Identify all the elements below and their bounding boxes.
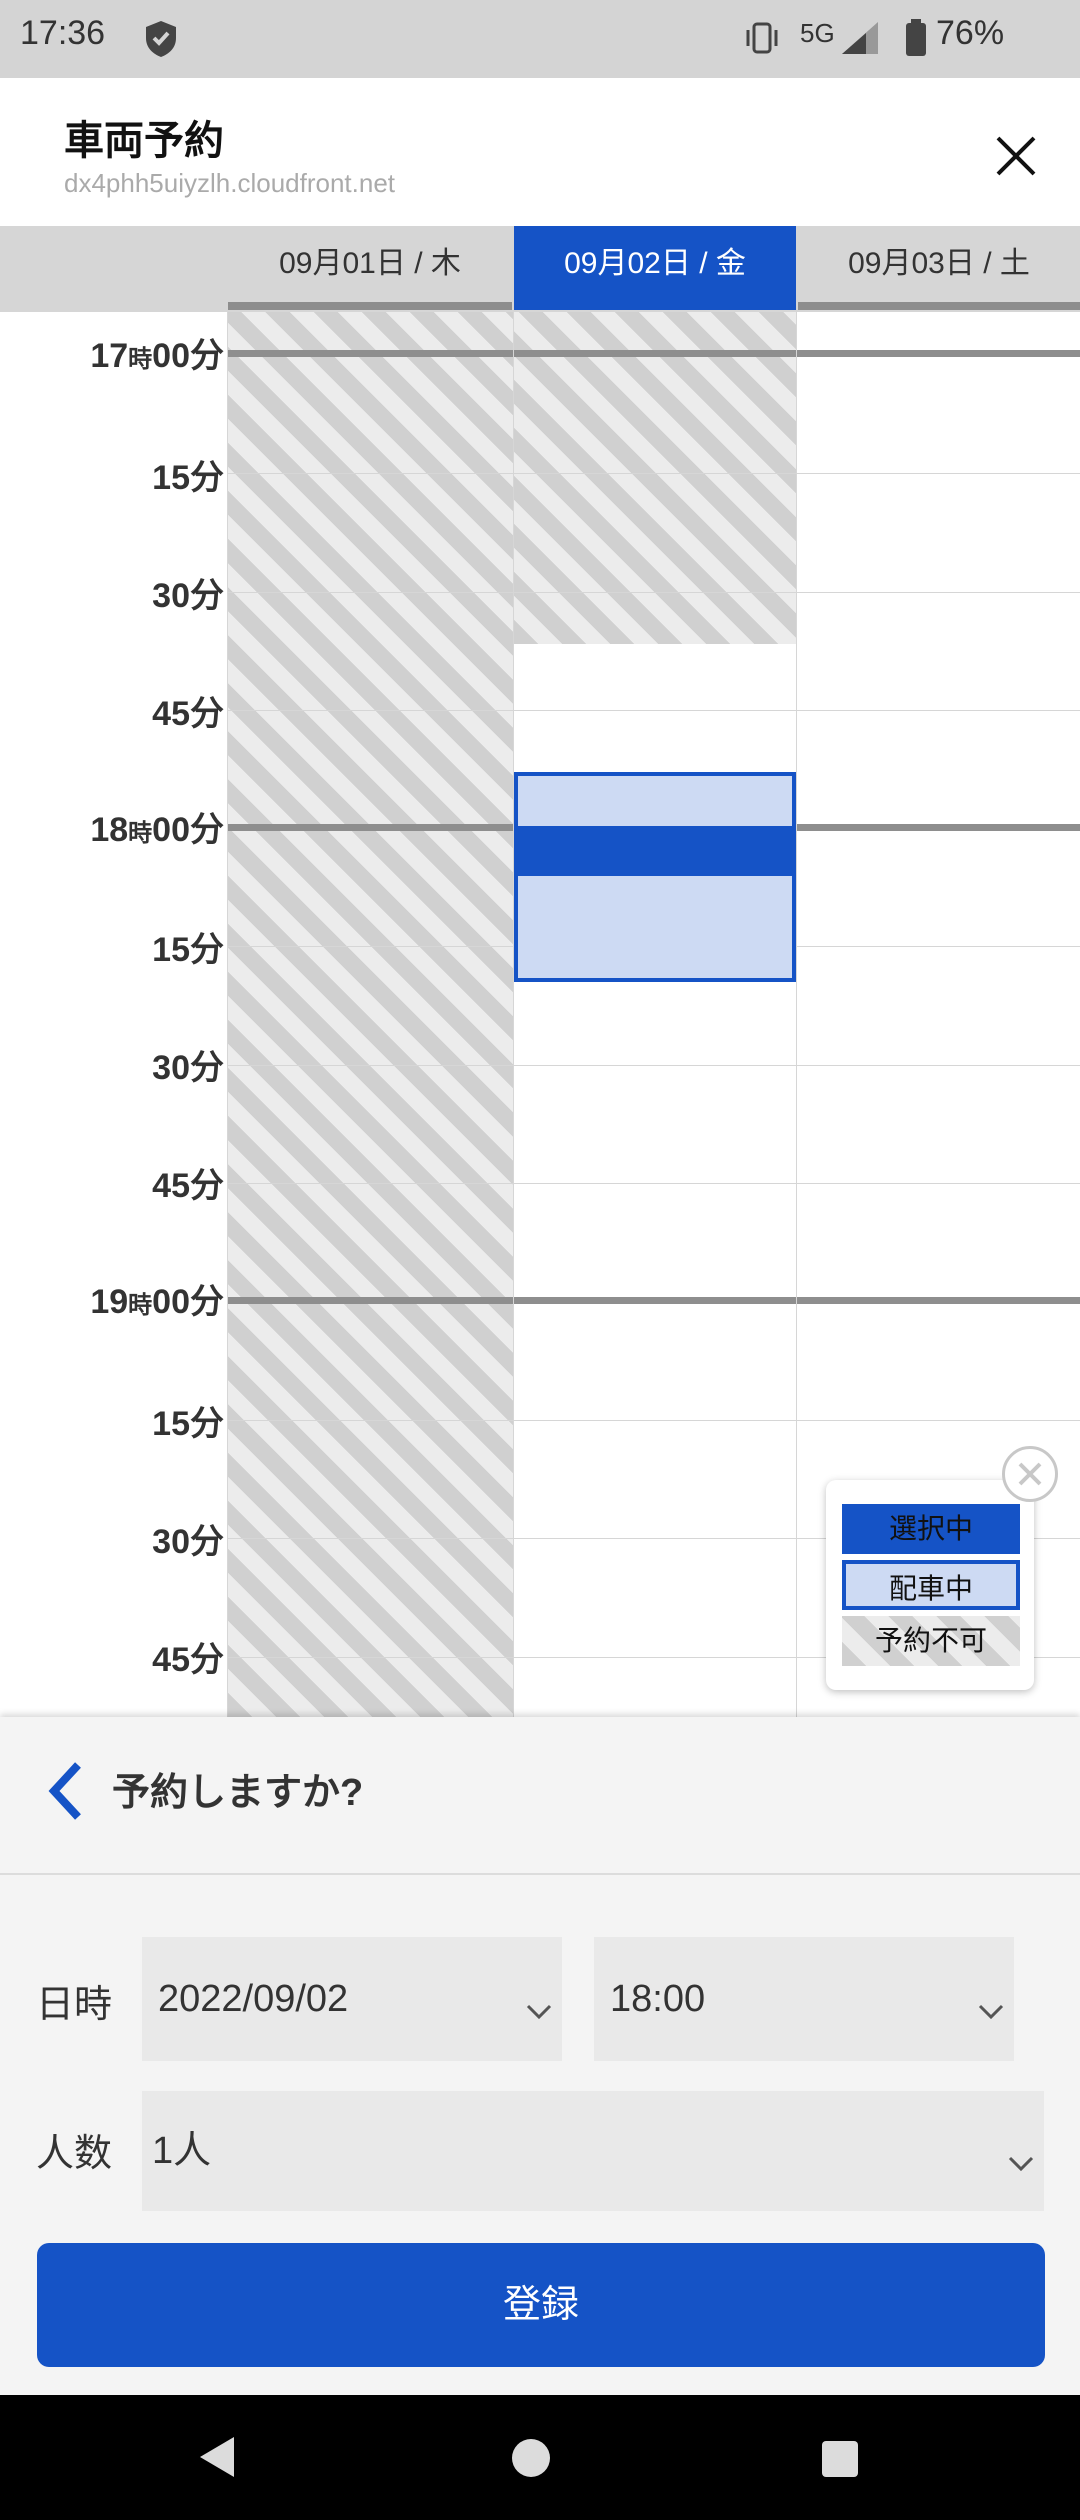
- selected-slot[interactable]: [514, 826, 796, 876]
- close-icon[interactable]: [990, 130, 1042, 187]
- time-label-1715: 15分: [152, 459, 224, 497]
- vibrate-icon: [742, 20, 782, 61]
- unavailable-block-0901: [228, 312, 513, 1717]
- battery-percent: 76%: [936, 14, 1005, 52]
- nav-home-icon[interactable]: [510, 2437, 552, 2484]
- time-label-1745: 45分: [152, 695, 224, 733]
- datetime-label: 日時: [36, 1984, 113, 2026]
- time-label-1830: 30分: [152, 1049, 224, 1087]
- people-label: 人数: [36, 2133, 113, 2175]
- signal-icon: [838, 18, 884, 63]
- time-label-1915: 15分: [152, 1405, 224, 1443]
- day-header-row: 09月01日 / 木 09月02日 / 金 09月03日 / 土: [0, 226, 1080, 312]
- shield-icon: [144, 20, 178, 63]
- unavailable-block-0902: [514, 312, 796, 644]
- people-value: 1人: [152, 2130, 212, 2172]
- dispatched-block[interactable]: [514, 772, 796, 982]
- time-label-1815: 15分: [152, 931, 224, 969]
- app-header: 車両予約 dx4phh5uiyzlh.cloudfront.net: [0, 78, 1080, 226]
- legend-selected: 選択中: [842, 1504, 1020, 1554]
- battery-icon: [904, 18, 928, 63]
- date-value: 2022/09/02: [158, 1978, 349, 2020]
- time-label-1945: 45分: [152, 1641, 224, 1679]
- nav-back-icon[interactable]: [196, 2435, 238, 2484]
- legend-unavailable: 予約不可: [842, 1616, 1020, 1666]
- status-time: 17:36: [20, 14, 106, 52]
- sheet-divider: [0, 1873, 1080, 1875]
- back-chevron-icon[interactable]: [46, 1761, 86, 1826]
- quarter-line: [228, 1420, 1080, 1421]
- quarter-line: [228, 1065, 1080, 1066]
- day-tab-0902[interactable]: 09月02日 / 金: [514, 226, 796, 310]
- status-bar: 17:36 5G 76%: [0, 0, 1080, 78]
- sheet-title: 予約しますか?: [112, 1772, 364, 1814]
- people-select[interactable]: 1人: [142, 2091, 1044, 2211]
- time-label-1900: 19時00分: [90, 1283, 224, 1321]
- quarter-line: [228, 473, 1080, 474]
- quarter-line: [228, 710, 1080, 711]
- legend-dispatched: 配車中: [842, 1560, 1020, 1610]
- day-tab-0903[interactable]: 09月03日 / 土: [798, 226, 1080, 310]
- legend-close-icon[interactable]: [1002, 1446, 1058, 1502]
- register-button[interactable]: 登録: [37, 2243, 1045, 2367]
- time-value: 18:00: [610, 1978, 706, 2020]
- time-select[interactable]: 18:00: [594, 1937, 1014, 2061]
- column-line: [227, 312, 228, 1717]
- chevron-down-icon: [526, 1989, 552, 2032]
- day-tab-0901[interactable]: 09月01日 / 木: [228, 226, 512, 310]
- network-type: 5G: [800, 18, 835, 48]
- legend: 選択中 配車中 予約不可: [826, 1480, 1034, 1690]
- reservation-sheet: 予約しますか? 日時 2022/09/02 18:00 人数 1人 登録: [0, 1717, 1080, 2395]
- system-nav-bar: [0, 2395, 1080, 2520]
- time-label-1730: 30分: [152, 577, 224, 615]
- time-label-1700: 17時00分: [90, 337, 224, 375]
- page-url: dx4phh5uiyzlh.cloudfront.net: [64, 168, 396, 198]
- chevron-down-icon: [1008, 2141, 1034, 2184]
- time-label-1845: 45分: [152, 1167, 224, 1205]
- hour-line: [228, 1297, 1080, 1304]
- column-line: [513, 312, 514, 1717]
- time-label-1930: 30分: [152, 1523, 224, 1561]
- nav-recents-icon[interactable]: [820, 2439, 860, 2484]
- page-title: 車両予約: [64, 119, 224, 163]
- date-select[interactable]: 2022/09/02: [142, 1937, 562, 2061]
- time-label-1800: 18時00分: [90, 811, 224, 849]
- hour-line: [228, 350, 1080, 357]
- chevron-down-icon: [978, 1989, 1004, 2032]
- column-line: [796, 312, 797, 1717]
- quarter-line: [228, 592, 1080, 593]
- quarter-line: [228, 1183, 1080, 1184]
